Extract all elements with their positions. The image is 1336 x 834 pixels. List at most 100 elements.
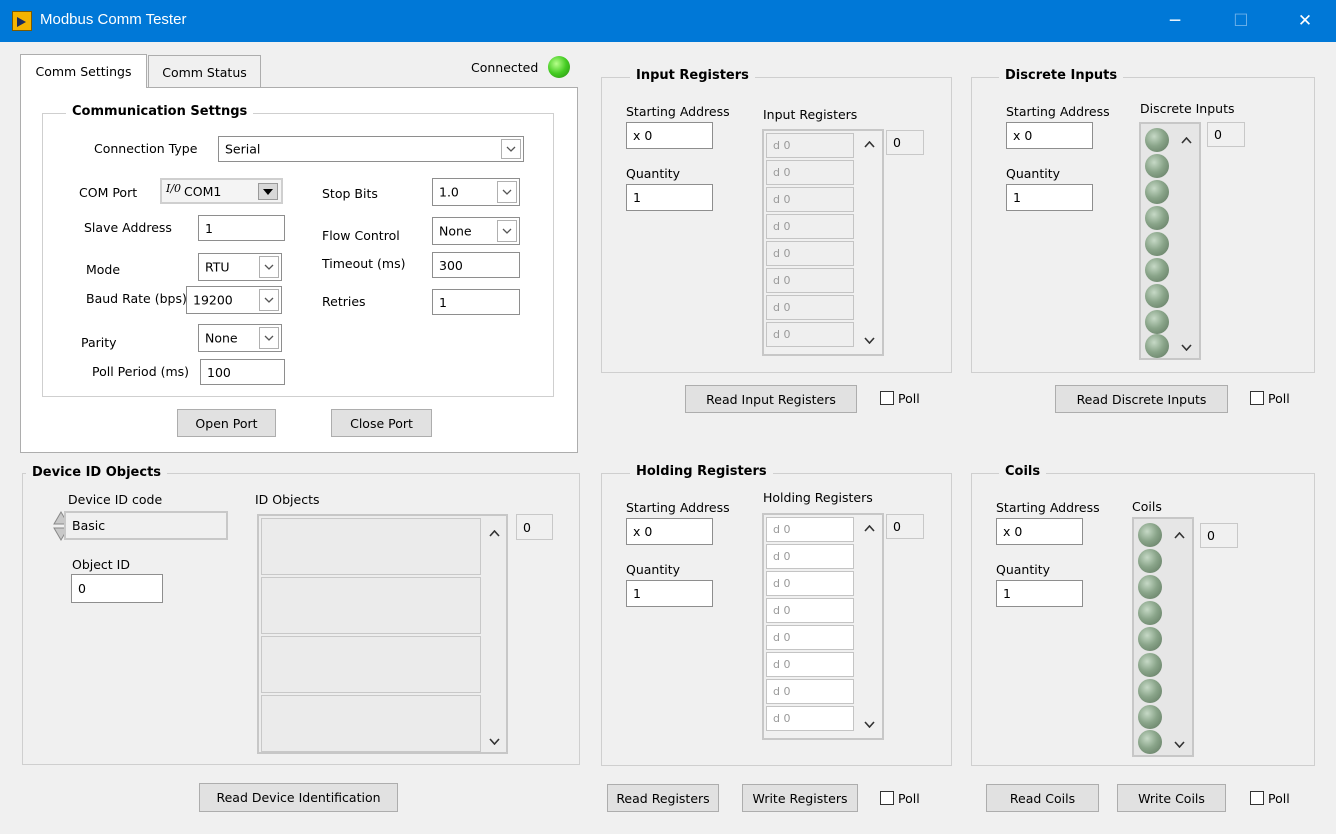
holding-quantity-input[interactable]: 1 — [626, 580, 713, 607]
holding-register-cell[interactable]: d 0 — [766, 571, 854, 596]
chevron-down-icon — [497, 220, 517, 242]
write-registers-button[interactable]: Write Registers — [742, 784, 858, 812]
coils-poll-checkbox[interactable] — [1250, 791, 1264, 805]
timeout-input[interactable]: 300 — [432, 252, 520, 278]
minimize-button[interactable]: ─ — [1152, 0, 1198, 42]
discrete-inputs-list — [1139, 122, 1201, 360]
coil-led-icon[interactable] — [1138, 549, 1162, 573]
parity-select[interactable]: None — [198, 324, 282, 352]
read-input-registers-button[interactable]: Read Input Registers — [685, 385, 857, 413]
holding-register-cell[interactable]: d 0 — [766, 706, 854, 731]
connection-type-select[interactable]: Serial — [218, 136, 524, 162]
scroll-down-icon[interactable] — [862, 333, 876, 347]
holding-register-cell[interactable]: d 0 — [766, 652, 854, 677]
retries-input[interactable]: 1 — [432, 289, 520, 315]
holding-registers-poll-checkbox[interactable] — [880, 791, 894, 805]
input-quantity-input[interactable]: 1 — [626, 184, 713, 211]
coil-led-icon[interactable] — [1138, 575, 1162, 599]
discrete-quantity-input[interactable]: 1 — [1006, 184, 1093, 211]
baud-rate-select[interactable]: 19200 — [186, 286, 282, 314]
parity-value: None — [205, 330, 238, 346]
maximize-button[interactable]: ☐ — [1218, 0, 1264, 42]
title-bar: Modbus Comm Tester ─ ☐ ✕ — [0, 0, 1336, 42]
coil-led-icon[interactable] — [1138, 679, 1162, 703]
input-start-address-input[interactable]: x 0 — [626, 122, 713, 149]
read-discrete-inputs-button[interactable]: Read Discrete Inputs — [1055, 385, 1228, 413]
stop-bits-select[interactable]: 1.0 — [432, 178, 520, 206]
device-id-code-label: Device ID code — [68, 492, 163, 507]
discrete-start-address-input[interactable]: x 0 — [1006, 122, 1093, 149]
tab-comm-status[interactable]: Comm Status — [148, 55, 261, 88]
coils-index[interactable]: 0 — [1200, 523, 1238, 548]
coils-start-address-input[interactable]: x 0 — [996, 518, 1083, 545]
list-item — [261, 577, 481, 634]
input-register-cell[interactable]: d 0 — [766, 187, 854, 212]
scroll-up-icon[interactable] — [862, 137, 876, 151]
timeout-label: Timeout (ms) — [322, 256, 406, 271]
coil-led-icon[interactable] — [1138, 523, 1162, 547]
scroll-up-icon[interactable] — [1172, 528, 1186, 542]
dropdown-arrow-icon — [258, 183, 278, 200]
holding-register-cell[interactable]: d 0 — [766, 625, 854, 650]
app-icon — [12, 11, 32, 31]
input-register-cell[interactable]: d 0 — [766, 133, 854, 158]
com-port-select[interactable]: I/0 COM1 — [160, 178, 283, 204]
holding-register-cell[interactable]: d 0 — [766, 598, 854, 623]
write-coils-button[interactable]: Write Coils — [1117, 784, 1226, 812]
input-register-cell[interactable]: d 0 — [766, 322, 854, 347]
coils-quantity-input[interactable]: 1 — [996, 580, 1083, 607]
scroll-up-icon[interactable] — [487, 526, 501, 540]
com-port-value: COM1 — [184, 184, 222, 199]
scroll-down-icon[interactable] — [487, 734, 501, 748]
input-registers-poll-checkbox[interactable] — [880, 391, 894, 405]
scroll-up-icon[interactable] — [1179, 133, 1193, 147]
close-port-button[interactable]: Close Port — [331, 409, 432, 437]
discrete-inputs-poll-label: Poll — [1268, 391, 1290, 406]
chevron-down-icon — [259, 327, 279, 349]
poll-period-input[interactable]: 100 — [200, 359, 285, 385]
list-item — [261, 518, 481, 575]
coil-led-icon[interactable] — [1138, 705, 1162, 729]
object-id-input[interactable]: 0 — [71, 574, 163, 603]
holding-start-address-input[interactable]: x 0 — [626, 518, 713, 545]
input-register-cell[interactable]: d 0 — [766, 295, 854, 320]
discrete-inputs-poll-checkbox[interactable] — [1250, 391, 1264, 405]
holding-registers-index[interactable]: 0 — [886, 514, 924, 539]
scroll-down-icon[interactable] — [1179, 340, 1193, 354]
input-register-cell[interactable]: d 0 — [766, 268, 854, 293]
read-coils-button[interactable]: Read Coils — [986, 784, 1099, 812]
scroll-down-icon[interactable] — [862, 717, 876, 731]
coil-led-icon[interactable] — [1138, 730, 1162, 754]
mode-label: Mode — [86, 262, 121, 277]
input-register-cell[interactable]: d 0 — [766, 160, 854, 185]
open-port-button[interactable]: Open Port — [177, 409, 276, 437]
read-registers-button[interactable]: Read Registers — [607, 784, 719, 812]
id-objects-index[interactable]: 0 — [516, 514, 553, 540]
holding-register-cell[interactable]: d 0 — [766, 544, 854, 569]
scroll-down-icon[interactable] — [1172, 737, 1186, 751]
coil-led-icon[interactable] — [1138, 653, 1162, 677]
discrete-inputs-index[interactable]: 0 — [1207, 122, 1245, 147]
slave-address-label: Slave Address — [84, 220, 172, 235]
close-button[interactable]: ✕ — [1282, 0, 1328, 42]
communication-settings-title: Communication Settngs — [66, 104, 254, 119]
holding-register-cell[interactable]: d 0 — [766, 679, 854, 704]
coils-start-label: Starting Address — [996, 500, 1100, 515]
coil-led-icon[interactable] — [1138, 627, 1162, 651]
scroll-up-icon[interactable] — [862, 521, 876, 535]
holding-register-cell[interactable]: d 0 — [766, 517, 854, 542]
discrete-input-led-icon — [1145, 154, 1169, 178]
slave-address-input[interactable]: 1 — [198, 215, 285, 241]
flow-control-select[interactable]: None — [432, 217, 520, 245]
coil-led-icon[interactable] — [1138, 601, 1162, 625]
chevron-down-icon — [501, 139, 521, 159]
input-registers-index[interactable]: 0 — [886, 130, 924, 155]
read-device-identification-button[interactable]: Read Device Identification — [199, 783, 398, 812]
list-item — [261, 695, 481, 752]
input-registers-list-label: Input Registers — [763, 107, 858, 122]
input-register-cell[interactable]: d 0 — [766, 214, 854, 239]
input-register-cell[interactable]: d 0 — [766, 241, 854, 266]
tab-comm-settings[interactable]: Comm Settings — [20, 54, 147, 88]
baud-rate-value: 19200 — [193, 292, 233, 308]
mode-select[interactable]: RTU — [198, 253, 282, 281]
